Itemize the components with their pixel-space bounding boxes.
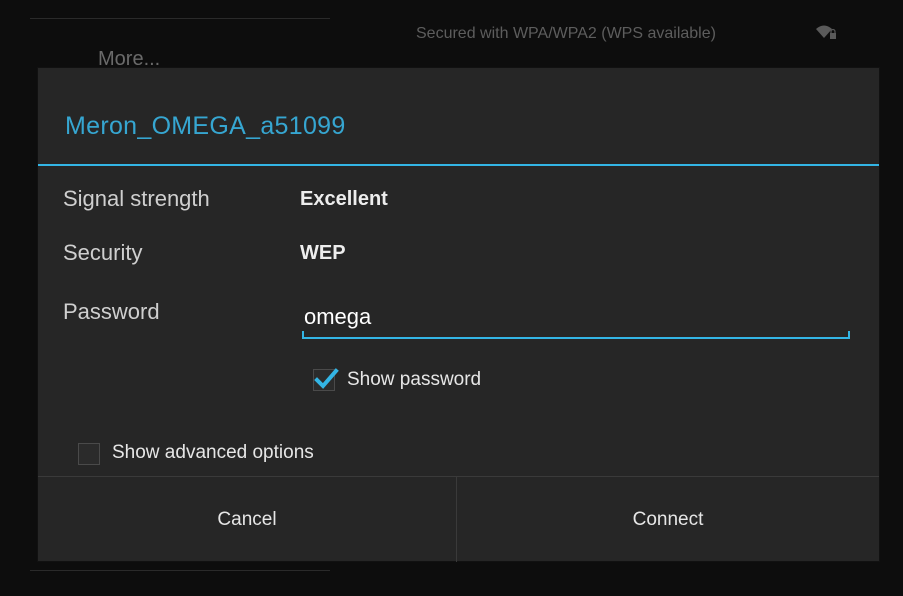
button-bar: Cancel Connect (38, 476, 879, 562)
background-network-security: Secured with WPA/WPA2 (WPS available) (416, 25, 716, 42)
show-password-checkbox[interactable] (313, 368, 339, 391)
password-underline-right-tick (848, 331, 850, 339)
screen: More... Secured with WPA/WPA2 (WPS avail… (0, 0, 903, 596)
password-underline (302, 337, 850, 339)
background-divider-bottom (30, 570, 330, 571)
show-advanced-options-checkbox[interactable] (78, 443, 100, 465)
checkmark-icon (314, 368, 339, 389)
security-value: WEP (300, 242, 346, 264)
password-input[interactable] (304, 297, 850, 337)
password-label: Password (63, 299, 160, 324)
cancel-button[interactable]: Cancel (38, 477, 456, 562)
signal-strength-value: Excellent (300, 188, 388, 210)
security-label: Security (63, 240, 143, 265)
wifi-lock-icon (815, 24, 837, 40)
dialog-title: Meron_OMEGA_a51099 (65, 112, 346, 140)
background-divider (30, 18, 330, 19)
title-divider (38, 164, 879, 166)
show-advanced-options-label[interactable]: Show advanced options (112, 442, 314, 464)
connect-button[interactable]: Connect (457, 477, 879, 562)
wifi-connect-dialog: Meron_OMEGA_a51099 Signal strength Excel… (38, 68, 879, 562)
signal-strength-label: Signal strength (63, 186, 210, 211)
password-underline-left-tick (302, 331, 304, 339)
show-password-label[interactable]: Show password (347, 369, 481, 391)
